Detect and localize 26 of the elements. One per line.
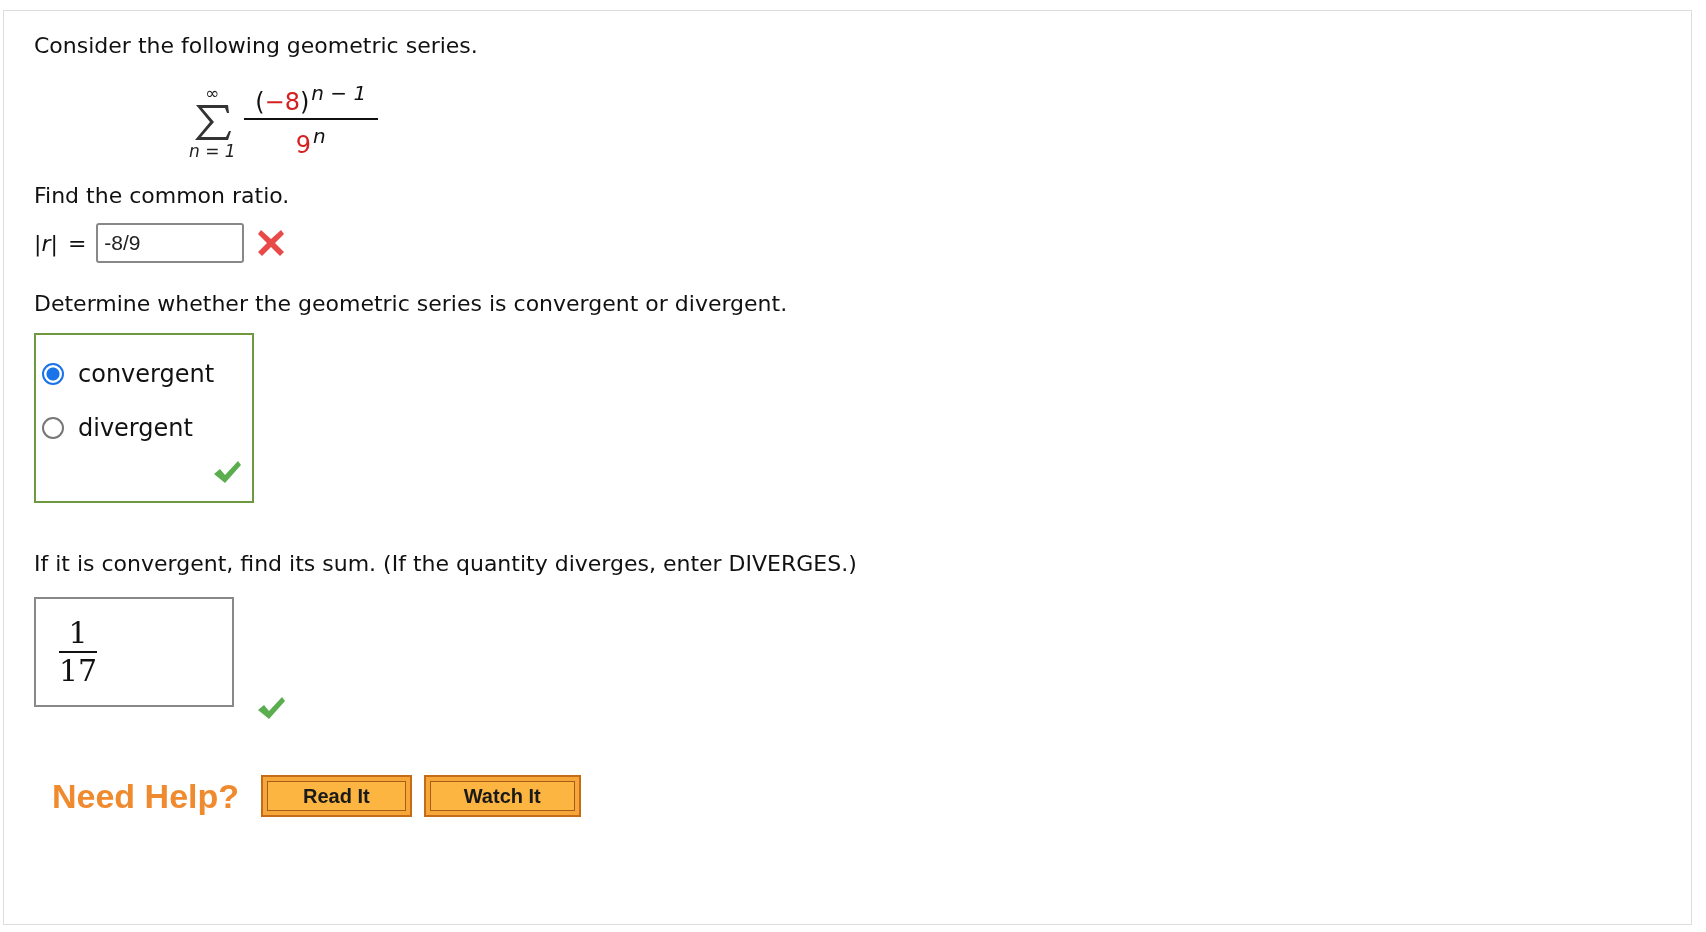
parenthesis: ) bbox=[299, 88, 310, 116]
summation-sign-icon bbox=[192, 102, 233, 142]
radio-button[interactable] bbox=[42, 417, 64, 439]
denominator: 17 bbox=[58, 653, 98, 689]
option-label[interactable]: convergent bbox=[78, 360, 215, 388]
option-label[interactable]: divergent bbox=[78, 414, 193, 442]
help-label: Need Help? bbox=[52, 776, 240, 816]
parenthesis: ( bbox=[255, 88, 265, 116]
help-button[interactable]: Read It bbox=[261, 775, 412, 817]
question-text: Consider the following geometric series. bbox=[34, 32, 479, 60]
exponent: n bbox=[312, 124, 326, 148]
question-text: Find the common ratio. bbox=[34, 182, 291, 210]
radio-button[interactable] bbox=[42, 363, 64, 385]
help-button[interactable]: Watch It bbox=[423, 775, 581, 817]
answer-field[interactable]: 1 17 bbox=[34, 597, 234, 707]
question-text: Determine whether the geometric series is convergent or divergent. bbox=[34, 290, 789, 318]
variable-label: |r| bbox=[34, 230, 58, 256]
upper-limit: ∞ bbox=[205, 84, 220, 102]
numerator-value: −8 bbox=[264, 88, 300, 116]
equals-sign: = bbox=[67, 230, 87, 256]
numerator: 1 bbox=[68, 615, 88, 651]
exponent: n − 1 bbox=[311, 81, 367, 105]
question-text: If it is convergent, find its sum. (If the quantity diverges, enter DIVERGES.) bbox=[34, 550, 858, 578]
answer-field[interactable]: -8/9 bbox=[96, 223, 245, 263]
denominator-base: 9 bbox=[295, 131, 311, 159]
lower-limit: n = 1 bbox=[189, 142, 236, 160]
